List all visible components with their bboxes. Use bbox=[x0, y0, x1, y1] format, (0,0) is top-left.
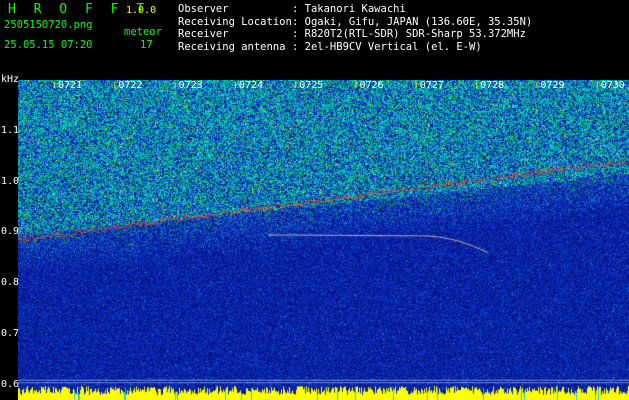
info-row-observer: Observer : Takanori Kawachi bbox=[178, 3, 532, 16]
time-tick-label: 0730 bbox=[600, 80, 625, 91]
info-row-receiver: Receiver : R820T2(RTL-SDR) SDR-Sharp 53.… bbox=[178, 28, 532, 41]
frequency-tick-label: 1.0 bbox=[1, 175, 20, 187]
time-tick-label: 0725 bbox=[299, 80, 324, 91]
frequency-unit-label: kHz bbox=[1, 74, 20, 85]
time-tick-label: 0729 bbox=[540, 80, 565, 91]
time-tick-label: 0726 bbox=[359, 80, 384, 91]
info-label: Receiving Location bbox=[178, 15, 292, 28]
info-row-location: Receiving Location : Ogaki, Gifu, JAPAN … bbox=[178, 16, 532, 29]
frequency-tick-label: 0.7 bbox=[1, 327, 20, 339]
info-label: Observer bbox=[178, 3, 229, 15]
station-info: Observer : Takanori Kawachi Receiving Lo… bbox=[178, 3, 532, 53]
time-tick-label: 0727 bbox=[419, 80, 444, 91]
info-value: : R820T2(RTL-SDR) SDR-Sharp 53.372MHz bbox=[292, 28, 526, 40]
info-label: Receiving antenna bbox=[178, 40, 286, 53]
time-tick-label: 0722 bbox=[118, 80, 143, 91]
info-value: : Ogaki, Gifu, JAPAN (136.60E, 35.35N) bbox=[292, 15, 533, 28]
frequency-tick-label: 1.1 bbox=[1, 124, 20, 136]
time-tick-label: 0723 bbox=[178, 80, 203, 91]
time-tick-label: 0721 bbox=[58, 80, 83, 91]
info-value: : 2el-HB9CV Vertical (el. E-W) bbox=[292, 40, 482, 53]
info-value: : Takanori Kawachi bbox=[292, 3, 406, 15]
time-tick-label: 0728 bbox=[480, 80, 505, 91]
frequency-tick-label: 0.9 bbox=[1, 226, 20, 238]
info-row-antenna: Receiving antenna : 2el-HB9CV Vertical (… bbox=[178, 41, 532, 54]
app-version: 1.0.0 bbox=[126, 5, 157, 16]
time-tick-label: 0724 bbox=[238, 80, 263, 91]
frequency-tick-label: 0.6 bbox=[1, 378, 20, 390]
header-panel: H R O F F T 1.0.0 2505150720.png 25.05.1… bbox=[0, 0, 629, 72]
spectrogram-panel: 0721 0722 0723 0724 0725 0726 0727 0728 0729 0730… bbox=[0, 72, 629, 400]
frequency-tick-label: 0.8 bbox=[1, 277, 20, 289]
meteor-count: 17 bbox=[140, 39, 153, 51]
info-label: Receiver bbox=[178, 28, 229, 40]
spectrogram-image bbox=[18, 80, 629, 400]
capture-datetime: 25.05.15 07:20 bbox=[4, 39, 93, 51]
image-filename: 2505150720.png bbox=[4, 19, 93, 31]
meteor-label: meteor bbox=[124, 26, 162, 38]
